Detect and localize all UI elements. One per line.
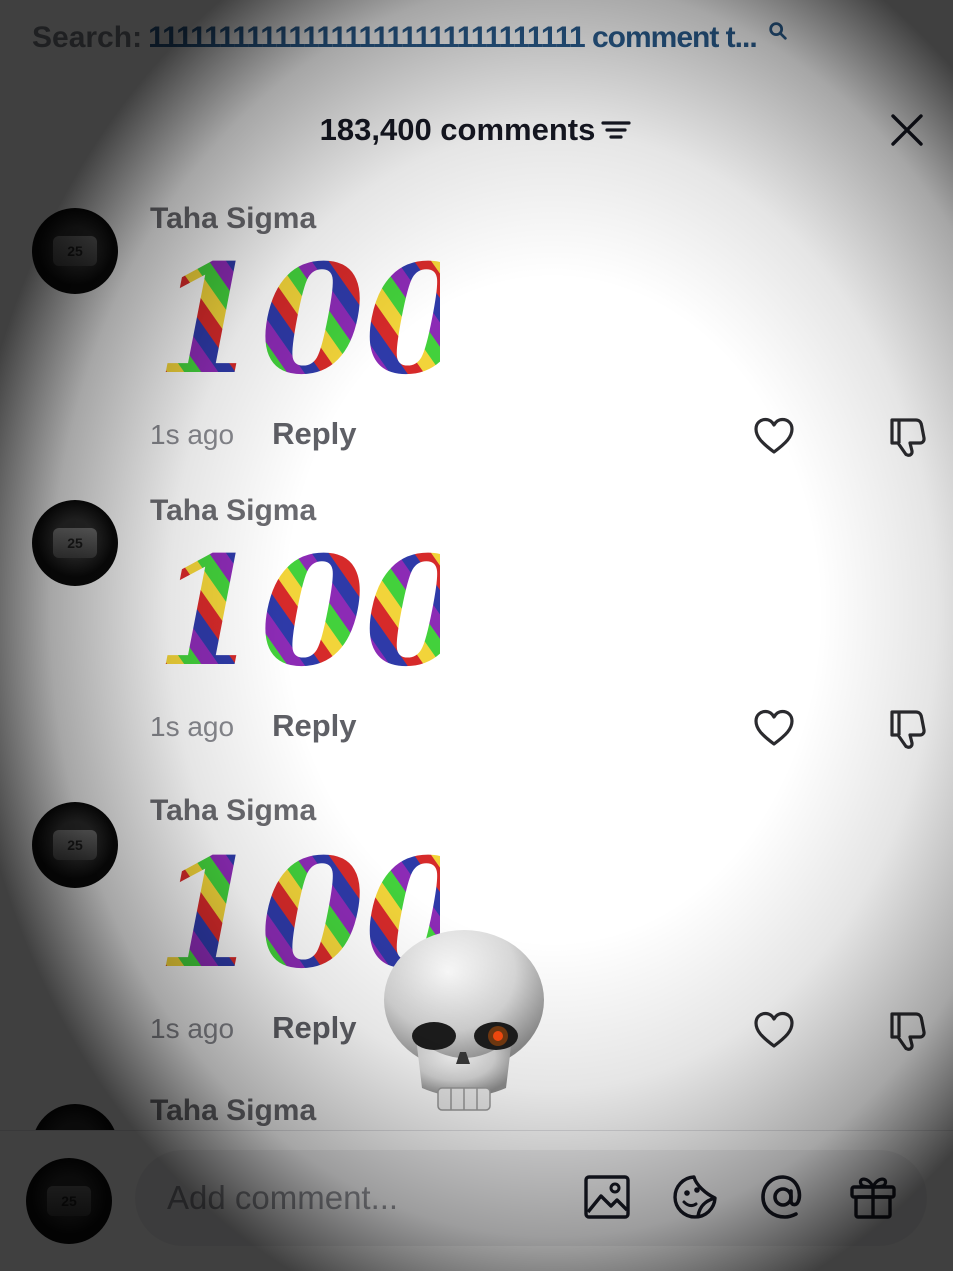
sticker-icon[interactable] [670, 1172, 720, 1222]
comment-meta: 1s ago Reply [150, 708, 357, 744]
filter-icon[interactable] [599, 117, 633, 143]
comment-username[interactable]: Taha Sigma [150, 794, 316, 828]
comment-item: 25 Taha Sigma 100 1s ago Reply [0, 482, 953, 772]
comment-timestamp: 1s ago [150, 419, 235, 450]
thumbs-down-icon[interactable] [886, 414, 932, 458]
avatar-image: 25 [53, 528, 97, 558]
avatar-image: 25 [47, 1186, 91, 1216]
reply-button[interactable]: Reply [272, 416, 356, 452]
comment-item: 25 Taha Sigma 100 1s ago Reply [0, 190, 953, 480]
comment-username[interactable]: Taha Sigma [150, 202, 316, 236]
comment-meta: 1s ago Reply [150, 416, 357, 452]
comment-timestamp: 1s ago [150, 1013, 235, 1044]
self-avatar[interactable]: 25 [26, 1158, 112, 1244]
comment-username[interactable]: Taha Sigma [150, 494, 316, 528]
comment-count: 183,400 comments [319, 112, 596, 147]
comment-timestamp: 1s ago [150, 711, 235, 742]
comment-username[interactable]: Taha Sigma [150, 1094, 316, 1128]
search-prefix: Search: [32, 21, 143, 54]
reply-button[interactable]: Reply [272, 1010, 356, 1046]
avatar[interactable]: 25 [32, 500, 118, 586]
skull-emoji [384, 930, 544, 1111]
sticker-text: 100 [156, 542, 440, 682]
close-button[interactable] [889, 112, 925, 148]
avatar-image: 25 [53, 830, 97, 860]
avatar-image: 25 [53, 236, 97, 266]
image-icon[interactable] [582, 1172, 632, 1222]
comments-header: 183,400 comments [0, 108, 953, 152]
thumbs-down-icon[interactable] [886, 1008, 932, 1052]
mention-icon[interactable] [758, 1172, 808, 1222]
add-comment-input[interactable] [135, 1150, 927, 1246]
avatar[interactable]: 25 [32, 208, 118, 294]
sticker-text: 100 [156, 250, 440, 390]
sticker-100: 100 [156, 250, 440, 390]
comment-meta: 1s ago Reply [150, 1010, 357, 1046]
reply-button[interactable]: Reply [272, 708, 356, 744]
heart-icon[interactable] [752, 1010, 796, 1050]
avatar[interactable]: 25 [32, 802, 118, 888]
thumbs-down-icon[interactable] [886, 706, 932, 750]
search-bar[interactable]: Search: 1111111111111111111111111111111 … [32, 18, 789, 58]
sticker-100: 100 [156, 542, 440, 682]
heart-icon[interactable] [752, 708, 796, 748]
search-icon[interactable] [767, 20, 789, 42]
close-icon [891, 114, 923, 146]
gift-icon[interactable] [848, 1172, 898, 1222]
avatar[interactable]: 25 [32, 1104, 118, 1130]
heart-icon[interactable] [752, 416, 796, 456]
search-query[interactable]: 1111111111111111111111111111111 comment … [148, 21, 758, 55]
